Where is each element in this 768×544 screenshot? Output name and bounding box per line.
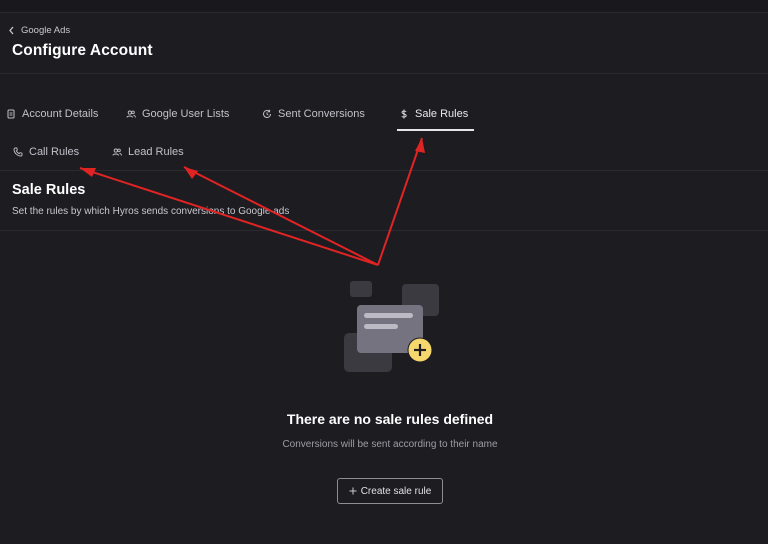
refresh-icon [263,109,271,118]
annotation-arrows [79,137,425,266]
active-tab-indicator [397,129,474,131]
illus-card-line [364,313,413,318]
arrowhead-lead [184,167,198,179]
users-icon [126,110,136,118]
section-title: Sale Rules [12,182,86,198]
tab-account-details[interactable]: Account Details [6,108,98,120]
tabs-divider [0,170,768,171]
tab-sent-conversions[interactable]: Sent Conversions [262,108,365,120]
dollar-icon [401,109,407,119]
arrowhead-sale [415,138,425,153]
empty-rules-illustration [344,281,439,372]
configure-account-page: Google Ads Configure Account Account Det… [0,0,768,544]
back-link-label: Google Ads [21,25,71,36]
phone-icon [13,147,23,157]
create-sale-rule-label: Create sale rule [360,485,432,497]
header-divider [0,73,768,74]
tab-label: Lead Rules [128,146,184,158]
tab-label: Account Details [22,108,99,120]
tab-label: Call Rules [29,146,80,158]
tab-lead-rules[interactable]: Lead Rules [112,146,184,158]
illus-card-line [364,324,398,329]
page-title: Configure Account [12,42,153,59]
top-bar [0,0,768,13]
tab-call-rules[interactable]: Call Rules [13,146,79,158]
document-icon [7,109,15,119]
tab-sale-rules[interactable]: Sale Rules [399,108,468,120]
section-subtitle: Set the rules by which Hyros sends conve… [12,206,290,217]
chevron-left-icon [9,26,14,35]
tab-label: Sent Conversions [278,108,365,120]
empty-state-title: There are no sale rules defined [286,411,494,427]
tab-label: Google User Lists [142,108,230,120]
illus-small-tile [350,281,372,297]
plus-icon [349,487,357,495]
users-icon [112,148,122,156]
create-sale-rule-button[interactable]: Create sale rule [337,478,443,504]
tab-google-user-lists[interactable]: Google User Lists [126,108,229,120]
back-link-google-ads[interactable]: Google Ads [8,25,70,36]
empty-state-subtitle: Conversions will be sent according to th… [282,439,498,450]
tab-label: Sale Rules [415,108,469,120]
section-divider [0,230,768,231]
annotation-arrow-sale-rules [377,137,423,266]
